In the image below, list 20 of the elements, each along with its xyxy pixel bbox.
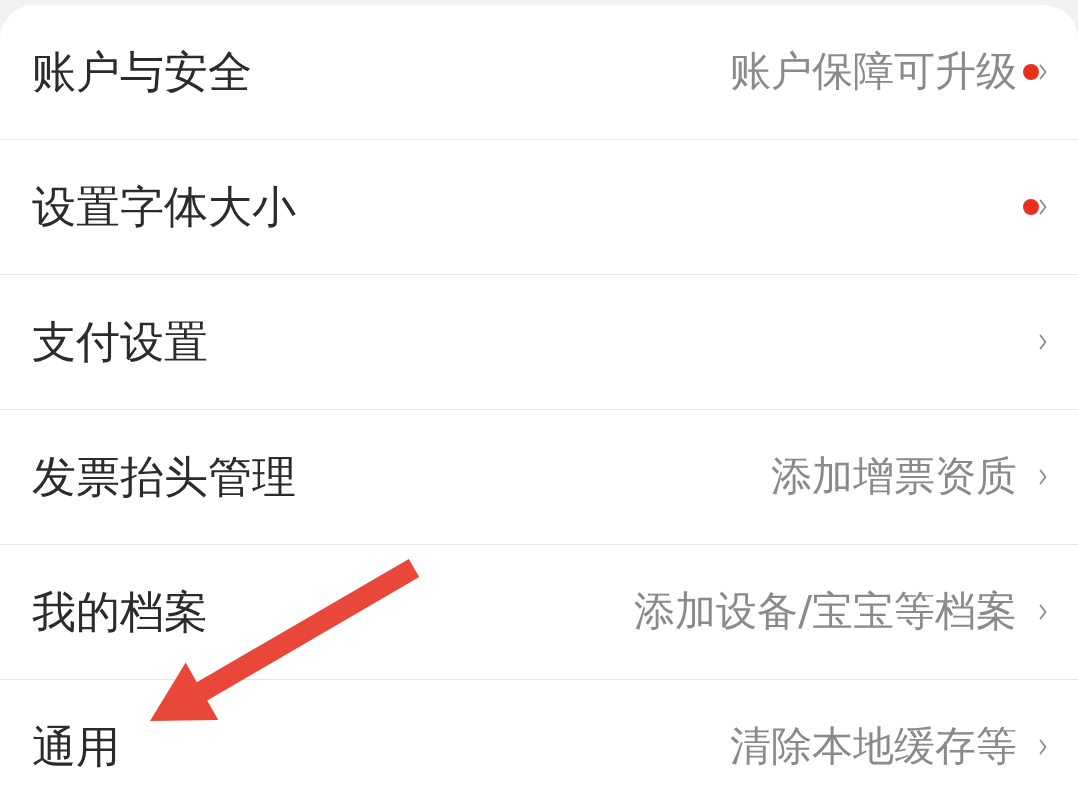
chevron-right-icon (1039, 469, 1047, 485)
chevron-right-icon (1039, 64, 1047, 80)
chevron-right-icon (1039, 604, 1047, 620)
item-value: 账户保障可升级 (730, 47, 1017, 97)
item-value: 添加设备/宝宝等档案 (634, 587, 1017, 637)
item-value: 清除本地缓存等 (730, 722, 1017, 772)
item-title: 设置字体大小 (32, 180, 296, 234)
item-value: 添加增票资质 (771, 452, 1017, 502)
settings-item[interactable]: 设置字体大小 (0, 140, 1078, 275)
item-title: 支付设置 (32, 315, 208, 369)
chevron-right-icon (1039, 199, 1047, 215)
chevron-right-icon (1039, 334, 1047, 350)
item-title: 发票抬头管理 (32, 450, 296, 504)
chevron-right-icon (1039, 739, 1047, 755)
item-title: 我的档案 (32, 585, 208, 639)
settings-item[interactable]: 账户与安全 账户保障可升级 (0, 5, 1078, 140)
item-title: 通用 (32, 720, 120, 774)
item-title: 账户与安全 (32, 45, 252, 99)
settings-item[interactable]: 支付设置 (0, 275, 1078, 410)
settings-item[interactable]: 发票抬头管理 添加增票资质 (0, 410, 1078, 545)
